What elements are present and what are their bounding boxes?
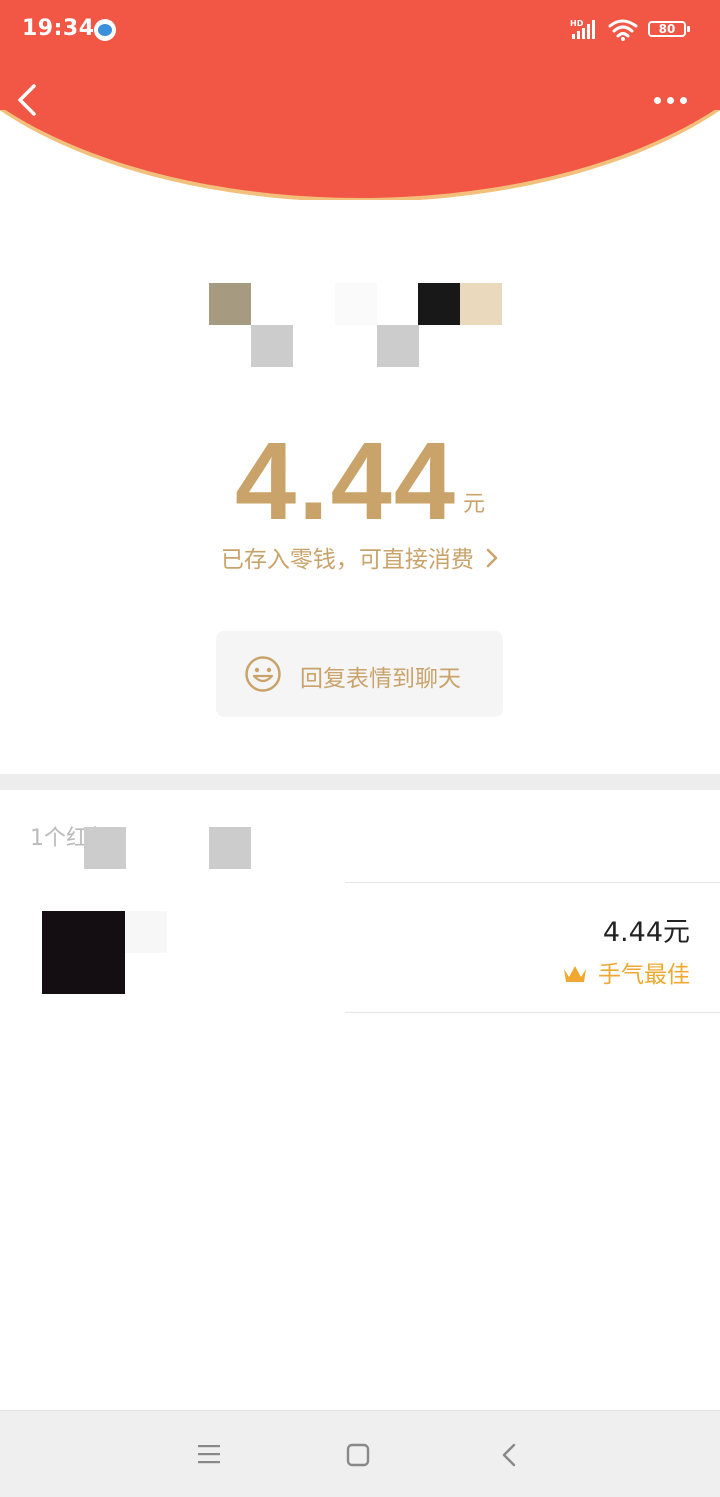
system-navigation-bar (0, 1410, 720, 1497)
more-dot (680, 97, 687, 104)
home-icon[interactable] (344, 1441, 372, 1473)
pixel-block (209, 283, 251, 325)
pixel-block (460, 283, 502, 325)
pixel-block (251, 325, 293, 367)
more-options-button[interactable] (648, 86, 692, 116)
reply-sticker-button[interactable]: 回复表情到聊天 (216, 631, 503, 717)
more-dot (654, 97, 661, 104)
best-luck-label: 手气最佳 (598, 962, 690, 988)
row-divider (345, 1012, 720, 1013)
stored-note-text: 已存入零钱，可直接消费 (220, 547, 474, 573)
section-divider (0, 774, 720, 790)
pixel-block (125, 911, 167, 953)
signal-icon: HD (570, 18, 600, 44)
receiver-amount: 4.44元 (602, 917, 690, 948)
chevron-left-icon (18, 84, 36, 116)
chevron-right-icon (485, 547, 499, 575)
pixel-block (377, 325, 419, 367)
status-time: 19:34 (22, 16, 95, 41)
back-icon[interactable] (498, 1441, 522, 1473)
network-label: HD (570, 19, 584, 28)
more-dot (667, 97, 674, 104)
back-button[interactable] (12, 80, 48, 120)
crown-icon (562, 963, 588, 991)
pixel-block (418, 283, 460, 325)
amount-display: 4.44 元 (0, 418, 720, 545)
battery-indicator: 80 (648, 21, 690, 37)
weather-icon (94, 19, 116, 41)
best-luck-badge: 手气最佳 (562, 955, 690, 991)
row-divider (345, 882, 720, 883)
stored-to-wallet-link[interactable]: 已存入零钱，可直接消费 (0, 540, 720, 575)
amount-value: 4.44 (234, 420, 458, 543)
status-bar: 19:34 HD 80 (0, 0, 720, 60)
reply-button-label: 回复表情到聊天 (300, 666, 461, 692)
menu-icon[interactable] (196, 1443, 222, 1469)
amount-unit: 元 (463, 492, 486, 517)
smile-icon (244, 655, 282, 697)
pixel-block (84, 827, 126, 869)
avatar (42, 911, 125, 994)
wifi-icon (608, 18, 638, 46)
pixel-block (335, 283, 377, 325)
pixel-block (209, 827, 251, 869)
